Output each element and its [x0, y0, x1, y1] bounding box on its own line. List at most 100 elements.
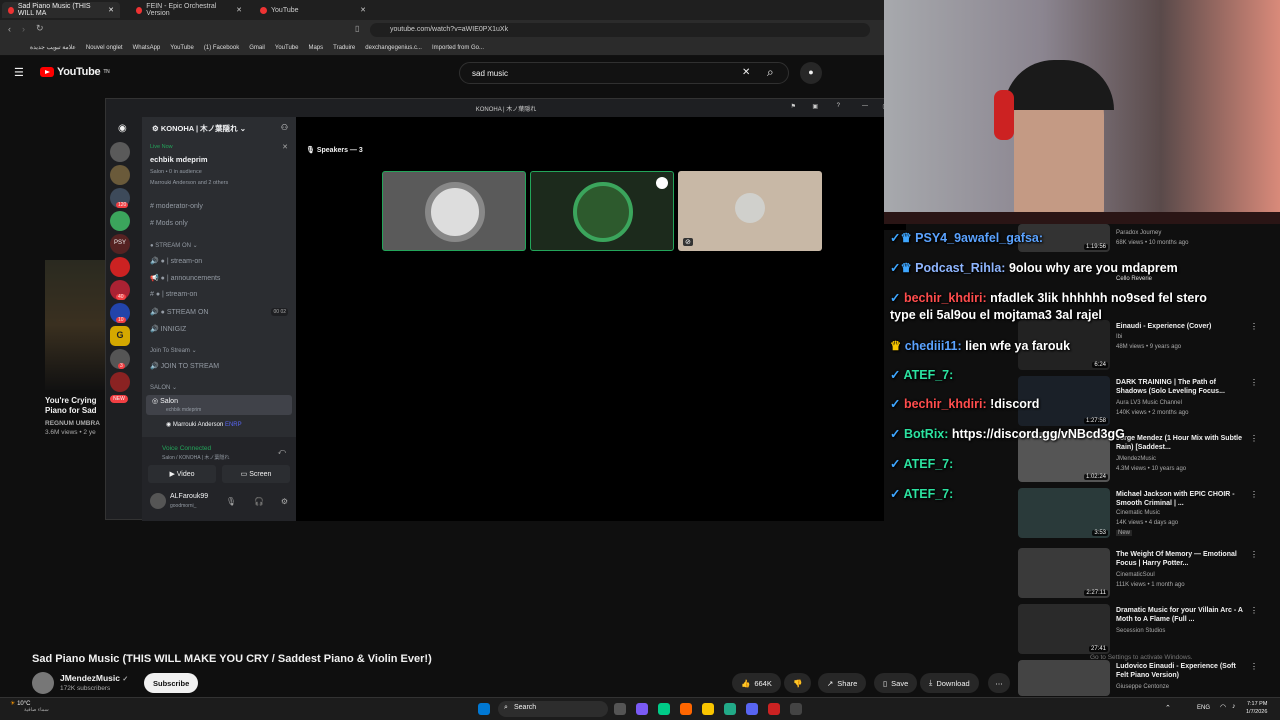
edge-icon[interactable]	[658, 703, 670, 715]
start-icon[interactable]	[478, 703, 490, 715]
avatar[interactable]	[150, 493, 166, 509]
bookmark-item[interactable]: Traduire	[333, 45, 355, 51]
discord-icon[interactable]	[746, 703, 758, 715]
clear-search-icon[interactable]: ✕	[742, 67, 750, 78]
video-button[interactable]: ▶ Video	[148, 465, 216, 483]
left-video-title[interactable]: You're Crying Piano for Sad	[45, 396, 97, 416]
copilot-icon[interactable]	[636, 703, 648, 715]
headphones-icon[interactable]: 🎧	[254, 497, 264, 506]
close-icon[interactable]: ✕	[282, 143, 288, 151]
channel-moderator-only[interactable]: # moderator-only	[150, 203, 203, 210]
save-button[interactable]: ▯ Save	[874, 673, 918, 693]
bookmark-item[interactable]: YouTube	[275, 45, 299, 51]
speaker-tile-3[interactable]: ⊘	[678, 171, 822, 251]
channel-stream-on[interactable]: 🔊 ● | stream-on	[150, 257, 202, 265]
category-salon[interactable]: SALON ⌄	[150, 384, 177, 391]
forward-icon[interactable]: ›	[22, 24, 25, 34]
channel-avatar[interactable]	[32, 672, 54, 694]
browser-tab-3[interactable]: YouTube ✕	[254, 2, 372, 18]
speaker-tile-2[interactable]	[530, 171, 674, 251]
close-tab-icon[interactable]: ✕	[236, 6, 242, 14]
server-icon[interactable]	[110, 211, 130, 231]
taskbar-search[interactable]: ⌕ Search	[498, 701, 608, 717]
bookmark-item[interactable]: WhatsApp	[133, 45, 161, 51]
screen-share-button[interactable]: ▭ Screen	[222, 465, 290, 483]
back-icon[interactable]: ‹	[8, 24, 11, 34]
help-icon[interactable]: ?	[837, 103, 840, 109]
obs-icon[interactable]	[790, 703, 802, 715]
bookmark-folder[interactable]: Imported from Go...	[432, 45, 484, 51]
dislike-button[interactable]: 👎	[784, 673, 812, 693]
more-actions-button[interactable]: ⋯	[988, 673, 1010, 693]
left-video-thumb[interactable]	[45, 260, 105, 390]
like-button[interactable]: 👍 664K	[732, 673, 781, 693]
pip-icon[interactable]: ▣	[812, 103, 818, 110]
minimize-icon[interactable]: —	[862, 103, 868, 109]
bookmark-item[interactable]: YouTube	[170, 45, 194, 51]
category-join-to-stream[interactable]: Join To Stream ⌄	[150, 347, 197, 354]
search-input[interactable]: sad music	[459, 62, 789, 84]
more-options-icon[interactable]: ⋮	[1250, 662, 1258, 671]
brave-icon[interactable]	[680, 703, 692, 715]
server-name[interactable]: ⚙ KONOHA | 木ノ葉隠れ ⌄	[152, 123, 246, 134]
mic-icon[interactable]: ●	[800, 62, 822, 84]
file-explorer-icon[interactable]	[702, 703, 714, 715]
server-icon[interactable]	[110, 165, 130, 185]
bookmark-item[interactable]: Maps	[308, 45, 323, 51]
bookmark-item[interactable]: dexchangegenius.c...	[365, 45, 422, 51]
channel-mods-only[interactable]: # Mods only	[150, 220, 188, 227]
reload-icon[interactable]: ↻	[36, 23, 44, 34]
browser-tab-1[interactable]: Sad Piano Music (THIS WILL MA ✕	[2, 2, 120, 18]
voice-channel-stream-on[interactable]: 🔊 ● STREAM ON	[150, 308, 208, 316]
channel-name[interactable]: JMendezMusic ✓	[60, 673, 128, 683]
more-options-icon[interactable]: ⋮	[1250, 550, 1258, 559]
speaker-tile-1[interactable]	[382, 171, 526, 251]
voice-member[interactable]: ◉ Marrouki Anderson ENRP	[166, 421, 242, 428]
clock[interactable]: 7:17 PM 1/7/2026	[1246, 700, 1267, 716]
server-icon[interactable]: 40	[110, 280, 130, 300]
bookmark-item[interactable]: علامة تبويب جديدة	[30, 44, 76, 51]
settings-gear-icon[interactable]: ⚙	[281, 497, 288, 506]
server-icon[interactable]	[110, 257, 130, 277]
subscribe-button[interactable]: Subscribe	[144, 673, 199, 693]
server-icon[interactable]	[110, 142, 130, 162]
share-button[interactable]: ↗ Share	[818, 673, 867, 693]
voice-channel-innigiz[interactable]: 🔊 INNIGIZ	[150, 325, 186, 333]
discord-home-icon[interactable]: ◉	[118, 123, 127, 134]
add-member-icon[interactable]: ⚇	[281, 123, 288, 132]
server-icon[interactable]	[110, 372, 130, 392]
volume-icon[interactable]: ♪	[1232, 703, 1236, 710]
bookmark-item[interactable]: Nouvel onglet	[86, 45, 123, 51]
language-indicator[interactable]: ENG	[1197, 705, 1210, 711]
channel-stream-on-text[interactable]: # ● | stream-on	[150, 291, 197, 298]
weather-widget[interactable]: ☀ 10°C سماء صافية	[10, 700, 49, 713]
browser-tab-2[interactable]: FEIN - Epic Orchestral Version ✕	[130, 2, 248, 18]
bookmark-item[interactable]: Gmail	[249, 45, 265, 51]
menu-icon[interactable]: ☰	[14, 66, 24, 79]
bookmark-item[interactable]: (1) Facebook	[204, 45, 239, 51]
task-view-icon[interactable]	[614, 703, 626, 715]
channel-announcements[interactable]: 📢 ● | announcements	[150, 274, 220, 282]
wifi-icon[interactable]: ◠	[1220, 703, 1226, 711]
more-options-icon[interactable]: ⋮	[1250, 606, 1258, 615]
download-button[interactable]: ⤓ Download	[920, 673, 979, 693]
inbox-icon[interactable]: ⚑	[791, 103, 796, 110]
server-icon[interactable]: 3	[110, 349, 130, 369]
voice-channel-join-to-stream[interactable]: 🔊 JOIN TO STREAM	[150, 362, 219, 370]
youtube-logo[interactable]: YouTube TN	[40, 66, 110, 78]
chrome-icon[interactable]	[724, 703, 736, 715]
url-field[interactable]: youtube.com/watch?v=aWIE0PX1uXk	[370, 23, 870, 37]
close-tab-icon[interactable]: ✕	[360, 6, 366, 14]
disconnect-icon[interactable]: ⤺	[277, 447, 286, 457]
voice-channel-salon[interactable]: ◎ Salon echbik mdeprim	[146, 395, 292, 415]
bookmark-star-icon[interactable]: ▯	[355, 24, 359, 33]
server-icon[interactable]: 120	[110, 188, 130, 208]
mic-icon[interactable]: 🎙	[226, 497, 236, 506]
server-icon[interactable]: 10	[110, 303, 130, 323]
server-icon[interactable]: PSY	[110, 234, 130, 254]
tray-chevron-icon[interactable]: ⌃	[1165, 704, 1171, 712]
close-tab-icon[interactable]: ✕	[108, 6, 114, 14]
category-stream-on[interactable]: ● STREAM ON ⌄	[150, 242, 198, 249]
search-icon[interactable]: ⌕	[767, 65, 774, 80]
server-icon[interactable]: G	[110, 326, 130, 346]
